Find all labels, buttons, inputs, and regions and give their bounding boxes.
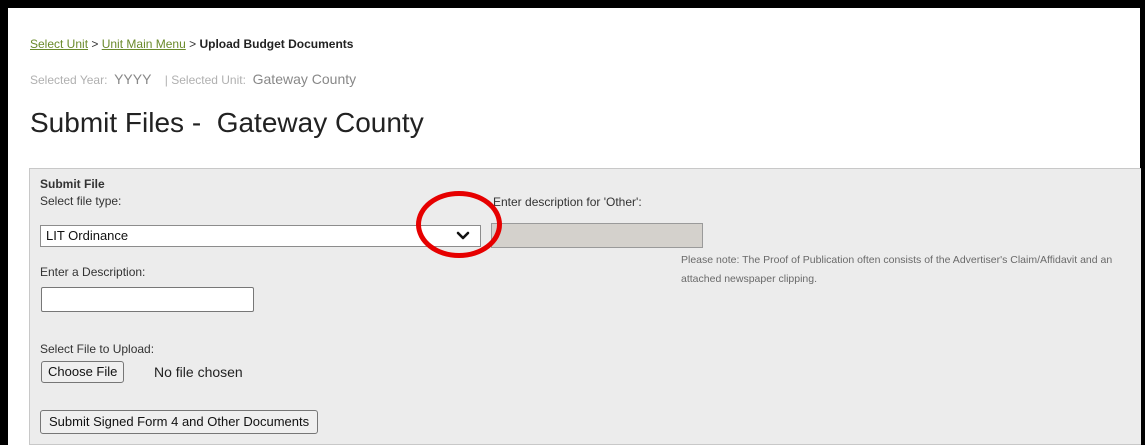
choose-file-button[interactable]: Choose File xyxy=(41,361,125,383)
breadcrumb-current: Upload Budget Documents xyxy=(199,37,354,51)
breadcrumb: Select Unit > Unit Main Menu > Upload Bu… xyxy=(30,37,353,51)
breadcrumb-separator: > xyxy=(88,37,102,51)
description-label: Enter a Description: xyxy=(40,265,146,279)
submit-file-panel: Submit File Select file type: Enter desc… xyxy=(29,168,1141,445)
selected-unit-value: Gateway County xyxy=(252,71,357,87)
file-type-label: Select file type: xyxy=(40,194,122,208)
selected-year-value: YYYY xyxy=(114,71,152,87)
breadcrumb-link-unit-main-menu[interactable]: Unit Main Menu xyxy=(102,37,186,51)
no-file-chosen-text: No file chosen xyxy=(154,364,243,380)
breadcrumb-link-select-unit[interactable]: Select Unit xyxy=(30,37,88,51)
selection-info: Selected Year: YYYY | Selected Unit: Gat… xyxy=(30,71,356,87)
selected-unit-label: | Selected Unit: xyxy=(164,73,246,87)
other-description-label: Enter description for 'Other': xyxy=(493,195,642,209)
selected-year-label: Selected Year: xyxy=(30,73,108,87)
annotation-highlight-circle xyxy=(416,191,502,258)
page-title: Submit Files - Gateway County xyxy=(30,107,424,138)
submit-documents-button[interactable]: Submit Signed Form 4 and Other Documents xyxy=(40,410,319,434)
section-title: Submit File xyxy=(40,177,105,191)
proof-of-publication-note: Please note: The Proof of Publication of… xyxy=(681,254,1113,285)
breadcrumb-separator: > xyxy=(185,37,200,51)
other-description-input[interactable] xyxy=(491,223,703,248)
description-input[interactable] xyxy=(41,287,254,312)
file-upload-label: Select File to Upload: xyxy=(40,342,155,356)
file-type-selected-value: LIT Ordinance xyxy=(46,228,129,243)
file-type-select[interactable]: LIT Ordinance xyxy=(40,225,481,247)
